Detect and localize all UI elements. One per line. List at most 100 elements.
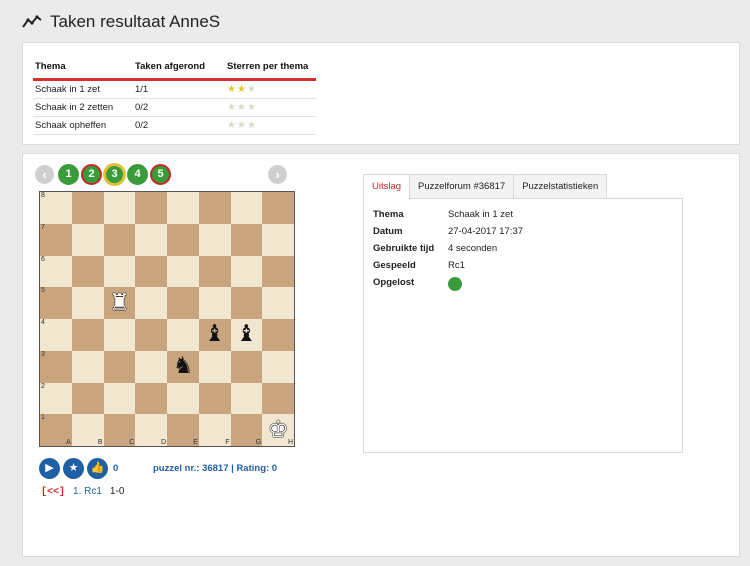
star-icon: ★	[236, 84, 247, 95]
square-c7[interactable]	[103, 223, 136, 256]
square-c8[interactable]	[103, 192, 136, 224]
puzzle-info: puzzel nr.: 36817 | Rating: 0	[153, 463, 278, 474]
page-title: Taken resultaat AnneS	[50, 12, 221, 31]
square-d7[interactable]	[135, 223, 167, 256]
square-g1[interactable]: G	[230, 414, 263, 446]
puzzle-button-1[interactable]: 1	[58, 164, 79, 185]
summary-table: Thema Taken afgerond Sterren per thema S…	[33, 57, 316, 135]
square-f8[interactable]	[198, 192, 231, 224]
puzzle-button-2[interactable]: 2	[81, 164, 102, 185]
square-d4[interactable]	[135, 319, 167, 351]
square-c3[interactable]	[103, 350, 136, 383]
square-f7[interactable]	[198, 223, 231, 256]
back-to-start-link[interactable]: [<<]	[41, 487, 65, 498]
black-knight-icon[interactable]: ♞	[167, 351, 199, 383]
square-b2[interactable]	[71, 382, 104, 415]
square-g7[interactable]	[230, 223, 263, 256]
square-c1[interactable]: C	[103, 414, 136, 446]
square-b8[interactable]	[71, 192, 104, 224]
tab-puzzelforum[interactable]: Puzzelforum #36817	[409, 174, 515, 199]
square-f5[interactable]	[198, 287, 231, 319]
square-e6[interactable]	[167, 255, 199, 288]
square-a4[interactable]: 4	[40, 319, 72, 351]
square-h3[interactable]	[262, 350, 294, 383]
square-b5[interactable]	[71, 287, 104, 319]
square-h4[interactable]	[262, 319, 294, 351]
square-a3[interactable]: 3	[40, 350, 72, 383]
chess-board[interactable]: 8 7 6 5 ♜ 4 ♝ ♝ 3 ♞ 2 1 A B C D E F G H ♚	[39, 191, 295, 447]
square-h1[interactable]: H ♚	[262, 414, 294, 446]
next-arrow-icon[interactable]: ›	[268, 165, 287, 184]
square-c5[interactable]: ♜	[103, 287, 136, 319]
favorite-button[interactable]: ★	[63, 457, 84, 479]
square-a8[interactable]: 8	[40, 192, 72, 224]
square-g6[interactable]	[230, 255, 263, 288]
like-count: 0	[113, 462, 119, 474]
square-a6[interactable]: 6	[40, 255, 72, 288]
like-button[interactable]: 👍	[87, 457, 108, 479]
square-d1[interactable]: D	[135, 414, 167, 446]
star-icon: ★	[236, 120, 247, 131]
detail-key: Gebruikte tijd	[373, 243, 435, 254]
square-d5[interactable]	[135, 287, 167, 319]
square-e8[interactable]	[167, 192, 199, 224]
square-d3[interactable]	[135, 350, 167, 383]
column-header: Sterren per thema	[225, 57, 316, 81]
square-b1[interactable]: B	[71, 414, 104, 446]
white-king-icon[interactable]: ♚	[262, 414, 294, 446]
square-e1[interactable]: E	[167, 414, 199, 446]
square-f2[interactable]	[198, 382, 231, 415]
square-e4[interactable]	[167, 319, 199, 351]
rank-label: 2	[41, 382, 45, 390]
square-c6[interactable]	[103, 255, 136, 288]
detail-value: 27-04-2017 17:37	[448, 226, 524, 237]
solved-status-icon	[448, 277, 462, 291]
square-g5[interactable]	[230, 287, 263, 319]
square-e5[interactable]	[167, 287, 199, 319]
puzzle-button-5[interactable]: 5	[150, 164, 171, 185]
square-f4[interactable]: ♝	[198, 319, 231, 351]
square-g4[interactable]: ♝	[230, 319, 263, 351]
square-e2[interactable]	[167, 382, 199, 415]
square-b4[interactable]	[71, 319, 104, 351]
square-h8[interactable]	[262, 192, 294, 224]
square-g8[interactable]	[230, 192, 263, 224]
puzzle-button-4[interactable]: 4	[127, 164, 148, 185]
square-h5[interactable]	[262, 287, 294, 319]
square-g2[interactable]	[230, 382, 263, 415]
square-f6[interactable]	[198, 255, 231, 288]
tab-uitslag[interactable]: Uitslag	[363, 174, 411, 200]
square-f3[interactable]	[198, 350, 231, 383]
square-b3[interactable]	[71, 350, 104, 383]
square-a5[interactable]: 5	[40, 287, 72, 319]
square-f1[interactable]: F	[198, 414, 231, 446]
square-c2[interactable]	[103, 382, 136, 415]
black-bishop-icon[interactable]: ♝	[231, 319, 263, 351]
play-button[interactable]: ▶	[39, 457, 60, 479]
square-b6[interactable]	[71, 255, 104, 288]
square-e7[interactable]	[167, 223, 199, 256]
square-a1[interactable]: 1A	[40, 414, 72, 446]
rank-label: 7	[41, 223, 45, 231]
square-b7[interactable]	[71, 223, 104, 256]
black-bishop-icon[interactable]: ♝	[199, 319, 231, 351]
square-d2[interactable]	[135, 382, 167, 415]
stars-cell: ★★★	[225, 116, 316, 135]
square-h7[interactable]	[262, 223, 294, 256]
square-a7[interactable]: 7	[40, 223, 72, 256]
star-rating: ★★★	[227, 120, 257, 131]
square-h2[interactable]	[262, 382, 294, 415]
tab-puzzelstatistieken[interactable]: Puzzelstatistieken	[513, 174, 608, 199]
white-rook-icon[interactable]: ♜	[104, 287, 136, 319]
square-e3[interactable]: ♞	[167, 350, 199, 383]
previous-arrow-icon[interactable]: ‹	[35, 165, 54, 184]
square-h6[interactable]	[262, 255, 294, 288]
puzzle-button-3[interactable]: 3	[104, 164, 125, 185]
square-d8[interactable]	[135, 192, 167, 224]
rank-label: 4	[41, 319, 45, 326]
square-c4[interactable]	[103, 319, 136, 351]
square-d6[interactable]	[135, 255, 167, 288]
move-link[interactable]: 1. Rc1	[73, 486, 102, 497]
square-a2[interactable]: 2	[40, 382, 72, 415]
square-g3[interactable]	[230, 350, 263, 383]
